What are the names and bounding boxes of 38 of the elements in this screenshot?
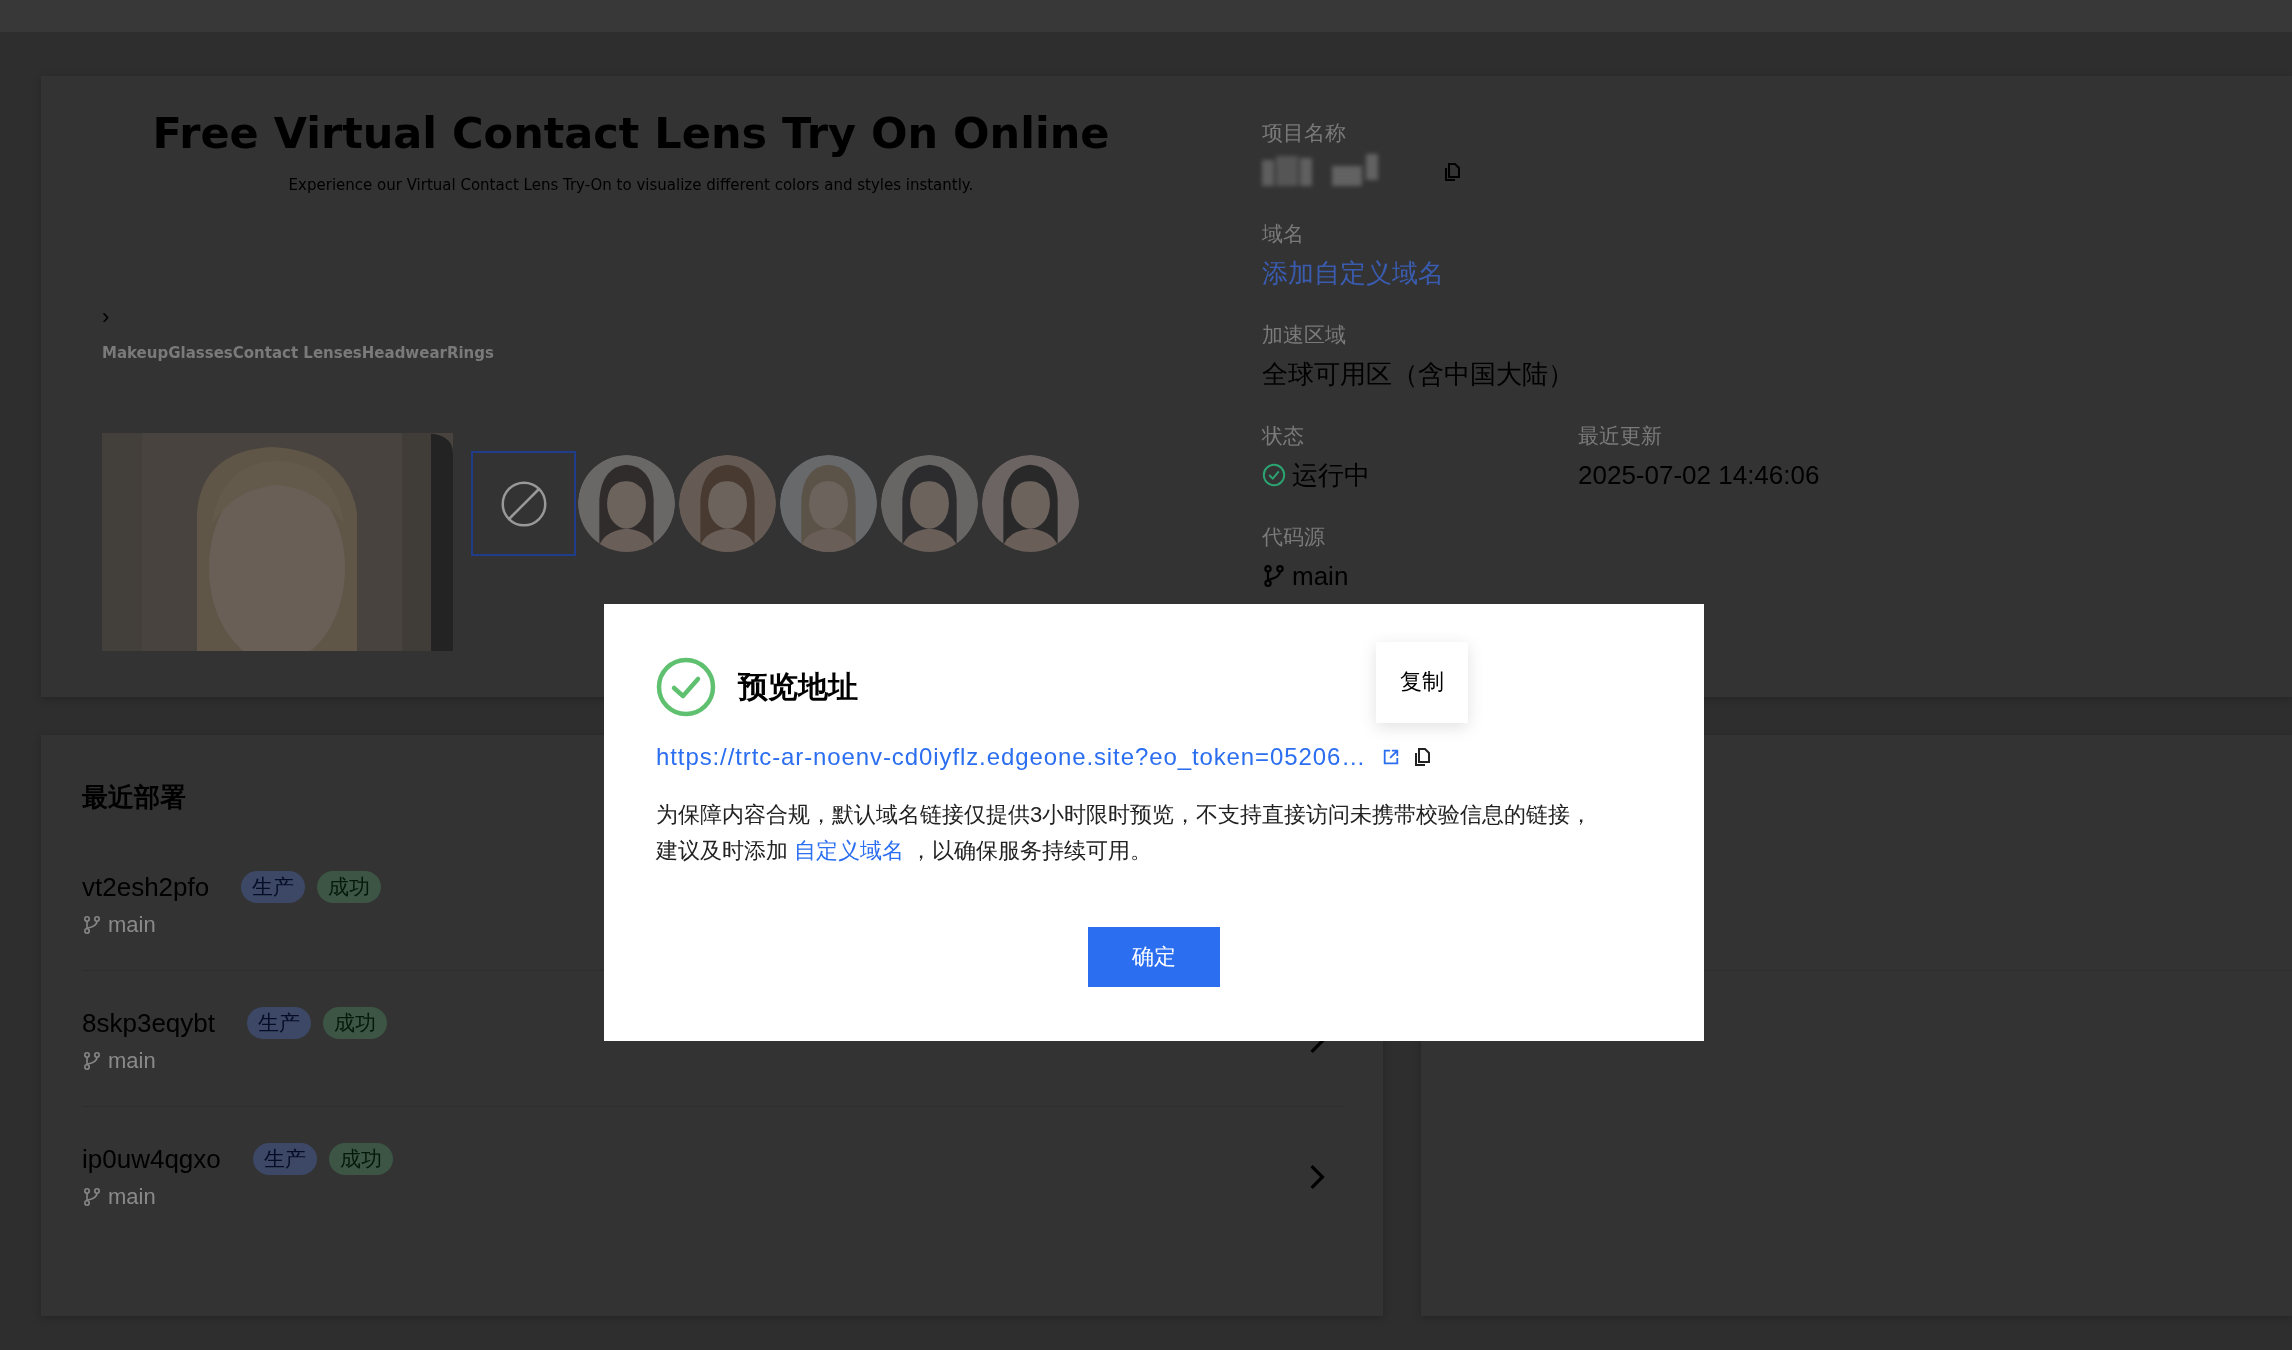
- field-label: 项目名称: [1262, 120, 1347, 146]
- tag: 成功: [323, 1007, 387, 1039]
- custom-domain-link[interactable]: 自定义域名: [794, 838, 905, 863]
- category-tab[interactable]: Rings: [446, 343, 494, 363]
- no-effect-thumbnail[interactable]: [471, 451, 576, 556]
- branch-icon: [82, 915, 102, 935]
- chevron-right-icon[interactable]: [1309, 1163, 1325, 1190]
- branch-icon: [1262, 564, 1286, 588]
- field-label: 加速区域: [1262, 322, 1347, 348]
- branch-icon: [82, 1187, 102, 1207]
- field-label: 最近更新: [1578, 423, 1663, 449]
- external-link-icon[interactable]: [1382, 748, 1401, 766]
- tag: 成功: [328, 1143, 393, 1175]
- field-label: 状态: [1262, 423, 1305, 449]
- tag: 成功: [317, 871, 382, 903]
- category-tab[interactable]: Contact Lenses: [232, 343, 362, 363]
- category-tab[interactable]: Glasses: [168, 343, 233, 363]
- tooltip: 复制: [1376, 642, 1469, 723]
- dialog-title: 预览地址: [738, 669, 858, 705]
- tag: 生产: [241, 871, 306, 903]
- chevron-icon[interactable]: ›: [102, 305, 110, 329]
- branch-name: main: [108, 1183, 156, 1211]
- field-label: 域名: [1262, 221, 1305, 247]
- add-domain-link[interactable]: 添加自定义域名: [1262, 255, 1444, 291]
- success-icon: [656, 657, 716, 717]
- category-tab[interactable]: Makeup: [102, 343, 169, 363]
- branch-name: main: [108, 1047, 156, 1075]
- copy-icon[interactable]: [1412, 747, 1433, 767]
- category-tab[interactable]: Headwear: [361, 343, 447, 363]
- tag: 生产: [252, 1143, 317, 1175]
- field-label: 代码源: [1262, 524, 1326, 550]
- branch-icon: [82, 1051, 102, 1071]
- notice-text: 为保障内容合规，默认域名链接仅提供3小时限时预览，不支持直接访问未携带校验信息的链接，建议及时添加 自定义域名 ，以确保服务持续可用。: [656, 801, 1594, 865]
- confirm-button[interactable]: 确定: [1088, 927, 1220, 987]
- check-circle-icon: [1262, 463, 1286, 487]
- tag: 生产: [247, 1007, 311, 1039]
- branch-name: main: [108, 911, 156, 939]
- preview-url-link[interactable]: https://trtc-ar-noenv-cd0iyflz.edgeone.site?eo_token=05206…: [656, 741, 1367, 773]
